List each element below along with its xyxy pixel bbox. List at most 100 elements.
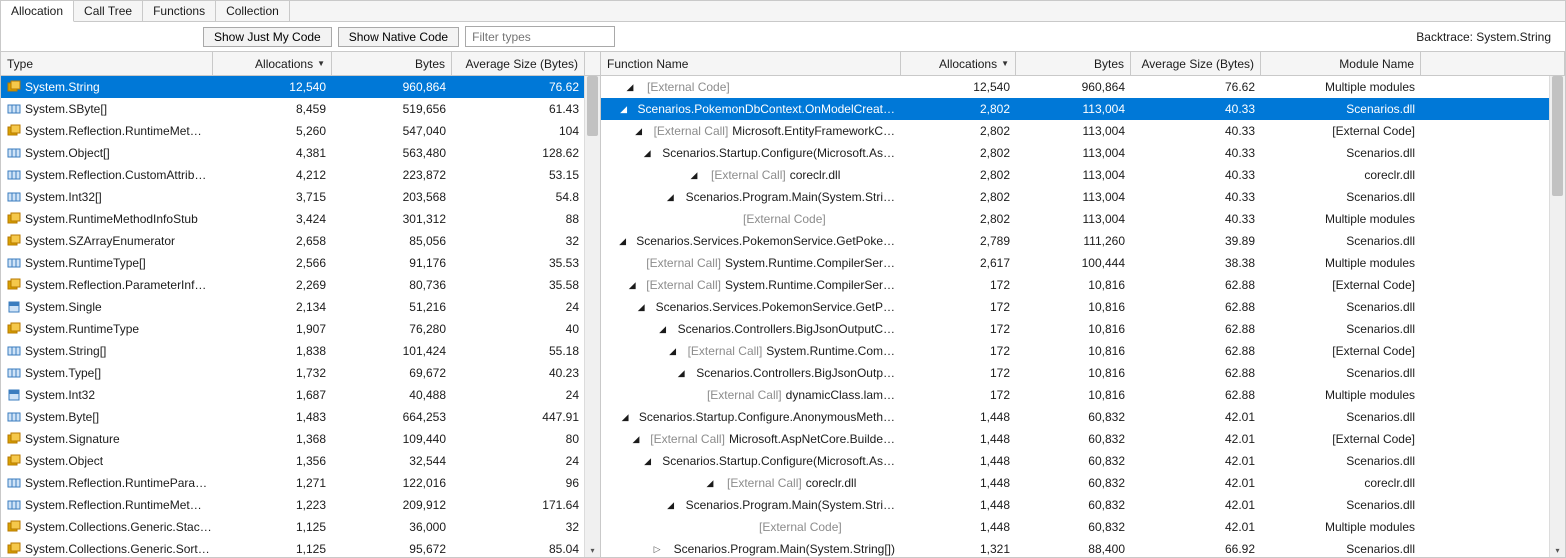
collapse-icon[interactable]: ◢ — [618, 236, 628, 246]
allocations-cell: 2,789 — [901, 230, 1016, 252]
col-allocations[interactable]: Allocations▼ — [213, 52, 332, 75]
filter-types-input[interactable] — [465, 26, 615, 47]
table-row[interactable]: ◢Scenarios.Services.PokemonService.GetP…… — [601, 296, 1565, 318]
col-allocations[interactable]: Allocations▼ — [901, 52, 1016, 75]
table-row[interactable]: ◢Scenarios.Program.Main(System.Stri…2,80… — [601, 186, 1565, 208]
table-row[interactable]: System.Object1,35632,54424 — [1, 450, 600, 472]
table-row[interactable]: System.Object[]4,381563,480128.62 — [1, 142, 600, 164]
table-row[interactable]: System.RuntimeType1,90776,28040 — [1, 318, 600, 340]
collapse-icon[interactable]: ◢ — [643, 456, 653, 466]
table-row[interactable]: ◢[External Call] System.Runtime.Com…1721… — [601, 340, 1565, 362]
tab-allocation[interactable]: Allocation — [1, 1, 74, 22]
module-cell: Scenarios.dll — [1261, 230, 1421, 252]
table-row[interactable]: System.String12,540960,86476.62 — [1, 76, 600, 98]
table-row[interactable]: System.RuntimeType[]2,56691,17635.53 — [1, 252, 600, 274]
table-row[interactable]: ◢Scenarios.Startup.Configure(Microsoft.A… — [601, 142, 1565, 164]
scrollbar-vertical[interactable]: ▾ — [584, 76, 600, 557]
table-row[interactable]: System.Reflection.ParameterInf…2,26980,7… — [1, 274, 600, 296]
show-native-code-button[interactable]: Show Native Code — [338, 27, 459, 47]
table-row[interactable]: ◢Scenarios.Startup.Configure(Microsoft.A… — [601, 450, 1565, 472]
col-avg-size[interactable]: Average Size (Bytes) — [1131, 52, 1261, 75]
table-row[interactable]: System.Int321,68740,48824 — [1, 384, 600, 406]
tab-call-tree[interactable]: Call Tree — [74, 1, 143, 21]
table-row[interactable]: System.String[]1,838101,42455.18 — [1, 340, 600, 362]
tab-functions[interactable]: Functions — [143, 1, 216, 21]
scrollbar-thumb[interactable] — [587, 76, 598, 136]
bytes-cell: 10,816 — [1016, 340, 1131, 362]
scrollbar-vertical[interactable]: ▾ — [1549, 76, 1565, 557]
table-row[interactable]: System.Collections.Generic.Sort…1,12595,… — [1, 538, 600, 557]
table-row[interactable]: System.Reflection.RuntimeMet…1,223209,91… — [1, 494, 600, 516]
collapse-icon[interactable]: ◢ — [631, 434, 641, 444]
col-function-name[interactable]: Function Name — [601, 52, 901, 75]
collapse-icon[interactable]: ◢ — [676, 368, 686, 378]
collapse-icon[interactable]: ◢ — [619, 104, 629, 114]
table-row[interactable]: System.Byte[]1,483664,253447.91 — [1, 406, 600, 428]
table-row[interactable]: System.Int32[]3,715203,56854.8 — [1, 186, 600, 208]
table-row[interactable]: ◢[External Call] Microsoft.AspNetCore.Bu… — [601, 428, 1565, 450]
table-row[interactable]: ◢Scenarios.Services.PokemonService.GetPo… — [601, 230, 1565, 252]
toolbar: Show Just My Code Show Native Code Backt… — [1, 22, 1565, 52]
tab-collection[interactable]: Collection — [216, 1, 290, 21]
table-row[interactable]: ◢[External Call] System.Runtime.Compiler… — [601, 274, 1565, 296]
expand-icon[interactable]: ▷ — [652, 544, 662, 554]
collapse-icon[interactable]: ◢ — [620, 412, 630, 422]
col-avg-size[interactable]: Average Size (Bytes) — [452, 52, 585, 75]
allocations-cell: 2,802 — [901, 98, 1016, 120]
allocations-cell: 2,134 — [213, 296, 332, 318]
collapse-icon[interactable]: ◢ — [634, 126, 644, 136]
module-cell: Multiple modules — [1261, 208, 1421, 230]
table-row[interactable]: ◢[External Call] coreclr.dll2,802113,004… — [601, 164, 1565, 186]
collapse-icon[interactable]: ◢ — [705, 478, 715, 488]
table-row[interactable]: System.Reflection.RuntimePara…1,271122,0… — [1, 472, 600, 494]
table-row[interactable]: ◢[External Call] coreclr.dll1,44860,8324… — [601, 472, 1565, 494]
col-bytes[interactable]: Bytes — [332, 52, 452, 75]
table-row[interactable]: ◢[External Call] Microsoft.EntityFramewo… — [601, 120, 1565, 142]
avg-cell: 62.88 — [1131, 340, 1261, 362]
backtrace-rows[interactable]: ◢[External Code]12,540960,86476.62Multip… — [601, 76, 1565, 557]
table-row[interactable]: ◢[External Code]12,540960,86476.62Multip… — [601, 76, 1565, 98]
col-module-name[interactable]: Module Name — [1261, 52, 1421, 75]
collapse-icon[interactable]: ◢ — [658, 324, 668, 334]
scrollbar-thumb[interactable] — [1552, 76, 1563, 196]
table-row[interactable]: ◢Scenarios.Startup.Configure.AnonymousMe… — [601, 406, 1565, 428]
table-row[interactable]: [External Call] System.Runtime.CompilerS… — [601, 252, 1565, 274]
table-row[interactable]: System.Signature1,368109,44080 — [1, 428, 600, 450]
collapse-icon[interactable]: ◢ — [636, 302, 646, 312]
table-row[interactable]: [External Call] dynamicClass.lam…17210,8… — [601, 384, 1565, 406]
table-row[interactable]: System.Single2,13451,21624 — [1, 296, 600, 318]
function-cell: ◢Scenarios.Program.Main(System.Stri… — [601, 494, 901, 516]
table-row[interactable]: System.Reflection.RuntimeMet…5,260547,04… — [1, 120, 600, 142]
table-row[interactable]: System.SZArrayEnumerator2,65885,05632 — [1, 230, 600, 252]
table-row[interactable]: ◢Scenarios.PokemonDbContext.OnModelCreat… — [601, 98, 1565, 120]
col-bytes[interactable]: Bytes — [1016, 52, 1131, 75]
allocations-cell: 1,448 — [901, 516, 1016, 538]
collapse-icon[interactable]: ◢ — [625, 82, 635, 92]
table-row[interactable]: ▷Scenarios.Program.Main(System.String[])… — [601, 538, 1565, 557]
table-row[interactable]: ◢Scenarios.Controllers.BigJsonOutp…17210… — [601, 362, 1565, 384]
collapse-icon[interactable]: ◢ — [627, 280, 637, 290]
collapse-icon[interactable]: ◢ — [689, 170, 699, 180]
table-row[interactable]: [External Code]2,802113,00440.33Multiple… — [601, 208, 1565, 230]
table-row[interactable]: System.Reflection.CustomAttrib…4,212223,… — [1, 164, 600, 186]
table-row[interactable]: System.SByte[]8,459519,65661.43 — [1, 98, 600, 120]
col-type[interactable]: Type — [1, 52, 213, 75]
collapse-icon[interactable]: ◢ — [642, 148, 652, 158]
function-label: [External Code] — [759, 516, 842, 538]
table-row[interactable]: ◢Scenarios.Controllers.BigJsonOutputC…17… — [601, 318, 1565, 340]
table-row[interactable]: System.Type[]1,73269,67240.23 — [1, 362, 600, 384]
array-icon — [7, 366, 21, 380]
type-cell: System.String — [1, 76, 213, 98]
collapse-icon[interactable]: ◢ — [666, 500, 676, 510]
table-row[interactable]: ◢Scenarios.Program.Main(System.Stri…1,44… — [601, 494, 1565, 516]
show-just-my-code-button[interactable]: Show Just My Code — [203, 27, 332, 47]
collapse-icon[interactable]: ◢ — [665, 192, 675, 202]
scroll-down-icon[interactable]: ▾ — [585, 543, 600, 557]
types-rows[interactable]: System.String12,540960,86476.62System.SB… — [1, 76, 600, 557]
type-cell: System.SByte[] — [1, 98, 213, 120]
collapse-icon[interactable]: ◢ — [668, 346, 678, 356]
scroll-down-icon[interactable]: ▾ — [1550, 543, 1565, 557]
table-row[interactable]: System.Collections.Generic.Stac…1,12536,… — [1, 516, 600, 538]
table-row[interactable]: System.RuntimeMethodInfoStub3,424301,312… — [1, 208, 600, 230]
table-row[interactable]: [External Code]1,44860,83242.01Multiple … — [601, 516, 1565, 538]
